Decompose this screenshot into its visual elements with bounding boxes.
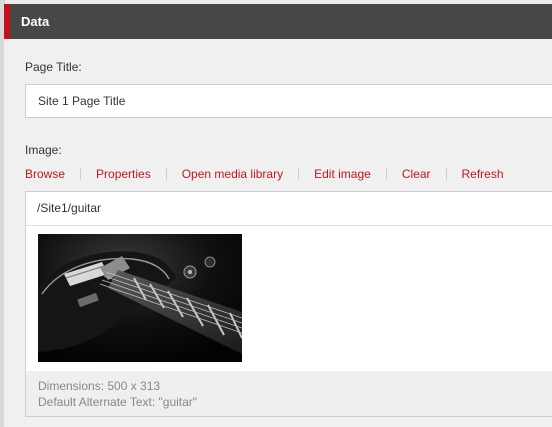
- action-separator: [298, 168, 300, 180]
- action-separator: [80, 168, 82, 180]
- image-path[interactable]: /Site1/guitar: [26, 192, 552, 226]
- section-accent-bar: [4, 4, 10, 39]
- image-details: Dimensions: 500 x 313 Default Alternate …: [26, 371, 552, 416]
- content-editor-panel: Data Page Title: Image: Browse Propertie…: [0, 0, 552, 427]
- clear-link[interactable]: Clear: [402, 167, 431, 181]
- page-title-input[interactable]: [25, 84, 552, 118]
- action-separator: [165, 168, 167, 180]
- browse-link[interactable]: Browse: [25, 167, 65, 181]
- image-dimensions: Dimensions: 500 x 313: [38, 379, 161, 393]
- page-title-label: Page Title:: [25, 60, 82, 74]
- section-title: Data: [21, 14, 50, 29]
- image-actions: Browse Properties Open media library Edi…: [25, 166, 504, 182]
- action-separator: [385, 168, 387, 180]
- action-separator: [445, 168, 447, 180]
- guitar-photo-icon: [38, 234, 242, 362]
- section-content: Page Title: Image: Browse Properties Ope…: [4, 39, 552, 427]
- properties-link[interactable]: Properties: [96, 167, 151, 181]
- image-label: Image:: [25, 143, 62, 157]
- image-field: /Site1/guitar Dimensions: 500 x 313 Defa…: [25, 191, 552, 417]
- section-header[interactable]: Data: [4, 4, 552, 39]
- refresh-link[interactable]: Refresh: [462, 167, 504, 181]
- image-preview: [26, 226, 552, 371]
- open-media-library-link[interactable]: Open media library: [182, 167, 283, 181]
- guitar-thumbnail[interactable]: [38, 234, 242, 362]
- image-alt-text: Default Alternate Text: "guitar": [38, 395, 198, 409]
- edit-image-link[interactable]: Edit image: [314, 167, 371, 181]
